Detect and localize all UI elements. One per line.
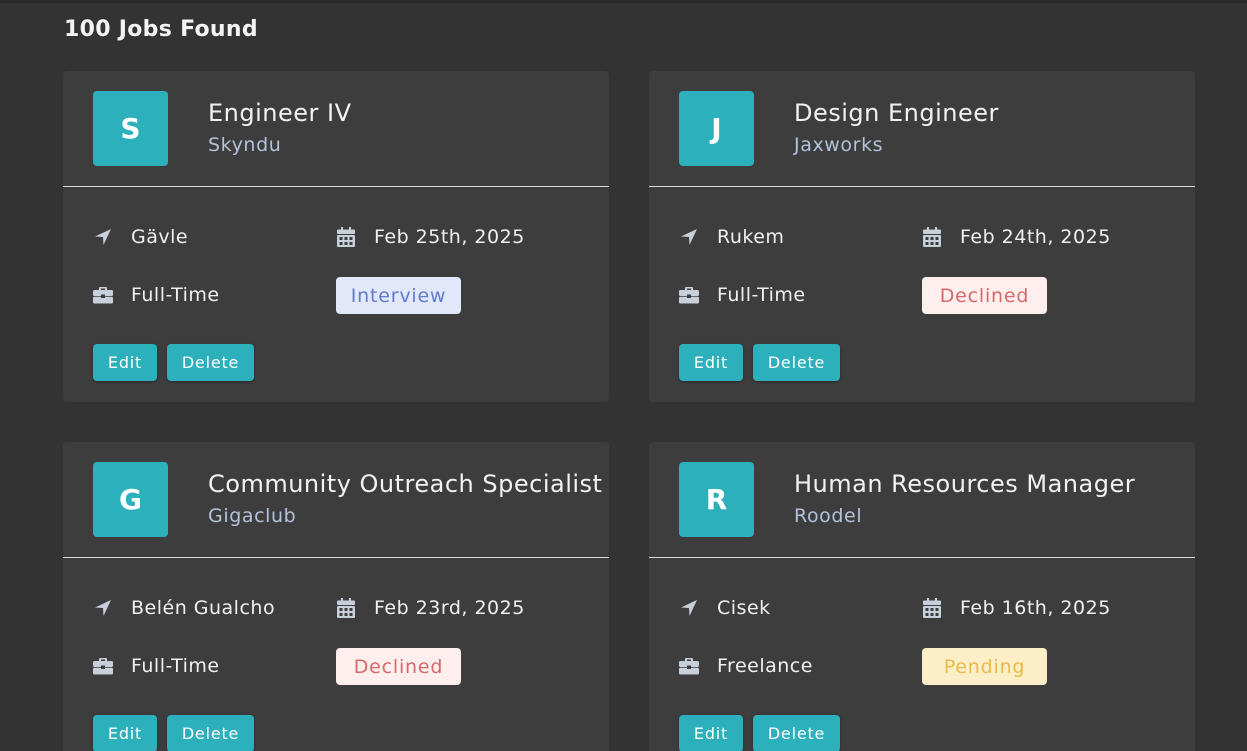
briefcase-icon: [91, 283, 115, 307]
job-company: Skyndu: [208, 134, 282, 156]
calendar-icon: [920, 225, 944, 249]
delete-button[interactable]: Delete: [753, 344, 840, 381]
job-location: Belén Gualcho: [91, 596, 275, 620]
job-date-text: Feb 23rd, 2025: [374, 597, 525, 619]
job-location: Gävle: [91, 225, 188, 249]
job-company: Jaxworks: [794, 134, 884, 156]
job-type: Full-Time: [91, 654, 220, 678]
page-title: 100 Jobs Found: [64, 17, 258, 42]
location-arrow-icon: [677, 596, 701, 620]
status-badge: Declined: [922, 277, 1047, 314]
calendar-icon: [334, 596, 358, 620]
job-location: Cisek: [677, 596, 771, 620]
job-location-text: Gävle: [131, 226, 189, 248]
job-position: Human Resources Manager: [794, 470, 1136, 498]
briefcase-icon: [677, 654, 701, 678]
location-arrow-icon: [91, 596, 115, 620]
job-card-header: R Human Resources Manager Roodel: [649, 442, 1195, 558]
company-logo: J: [679, 91, 754, 166]
job-date: Feb 16th, 2025: [920, 596, 1111, 620]
briefcase-icon: [91, 654, 115, 678]
job-position: Design Engineer: [794, 99, 999, 127]
jobs-grid: S Engineer IV Skyndu Gävle Feb 25th, 202…: [63, 71, 1195, 751]
job-position: Engineer IV: [208, 99, 352, 127]
job-date-text: Feb 25th, 2025: [374, 226, 525, 248]
delete-button[interactable]: Delete: [167, 715, 254, 751]
edit-button[interactable]: Edit: [679, 344, 743, 381]
job-date: Feb 25th, 2025: [334, 225, 525, 249]
job-type-text: Full-Time: [131, 284, 220, 306]
job-location-text: Rukem: [717, 226, 785, 248]
job-card-header: S Engineer IV Skyndu: [63, 71, 609, 187]
job-location-text: Belén Gualcho: [131, 597, 276, 619]
delete-button[interactable]: Delete: [167, 344, 254, 381]
job-card: J Design Engineer Jaxworks Rukem Feb 24t…: [649, 71, 1195, 402]
job-company: Roodel: [794, 505, 863, 527]
jobs-page: 100 Jobs Found S Engineer IV Skyndu Gävl…: [0, 0, 1247, 751]
job-card-header: G Community Outreach Specialist Gigaclub: [63, 442, 609, 558]
briefcase-icon: [677, 283, 701, 307]
location-arrow-icon: [91, 225, 115, 249]
location-arrow-icon: [677, 225, 701, 249]
company-logo: R: [679, 462, 754, 537]
status-badge: Pending: [922, 648, 1047, 685]
job-card-header: J Design Engineer Jaxworks: [649, 71, 1195, 187]
job-location: Rukem: [677, 225, 784, 249]
edit-button[interactable]: Edit: [679, 715, 743, 751]
job-card: R Human Resources Manager Roodel Cisek F…: [649, 442, 1195, 751]
calendar-icon: [920, 596, 944, 620]
job-date: Feb 23rd, 2025: [334, 596, 525, 620]
job-type: Full-Time: [677, 283, 806, 307]
job-date: Feb 24th, 2025: [920, 225, 1111, 249]
status-badge: Interview: [336, 277, 461, 314]
company-logo: S: [93, 91, 168, 166]
job-type-text: Freelance: [717, 655, 813, 677]
job-position: Community Outreach Specialist: [208, 470, 603, 498]
job-type-text: Full-Time: [717, 284, 806, 306]
status-badge: Declined: [336, 648, 461, 685]
job-type-text: Full-Time: [131, 655, 220, 677]
delete-button[interactable]: Delete: [753, 715, 840, 751]
job-type: Full-Time: [91, 283, 220, 307]
company-logo: G: [93, 462, 168, 537]
job-company: Gigaclub: [208, 505, 297, 527]
calendar-icon: [334, 225, 358, 249]
job-card: S Engineer IV Skyndu Gävle Feb 25th, 202…: [63, 71, 609, 402]
job-location-text: Cisek: [717, 597, 771, 619]
job-date-text: Feb 16th, 2025: [960, 597, 1111, 619]
edit-button[interactable]: Edit: [93, 344, 157, 381]
job-date-text: Feb 24th, 2025: [960, 226, 1111, 248]
job-type: Freelance: [677, 654, 813, 678]
job-card: G Community Outreach Specialist Gigaclub…: [63, 442, 609, 751]
edit-button[interactable]: Edit: [93, 715, 157, 751]
